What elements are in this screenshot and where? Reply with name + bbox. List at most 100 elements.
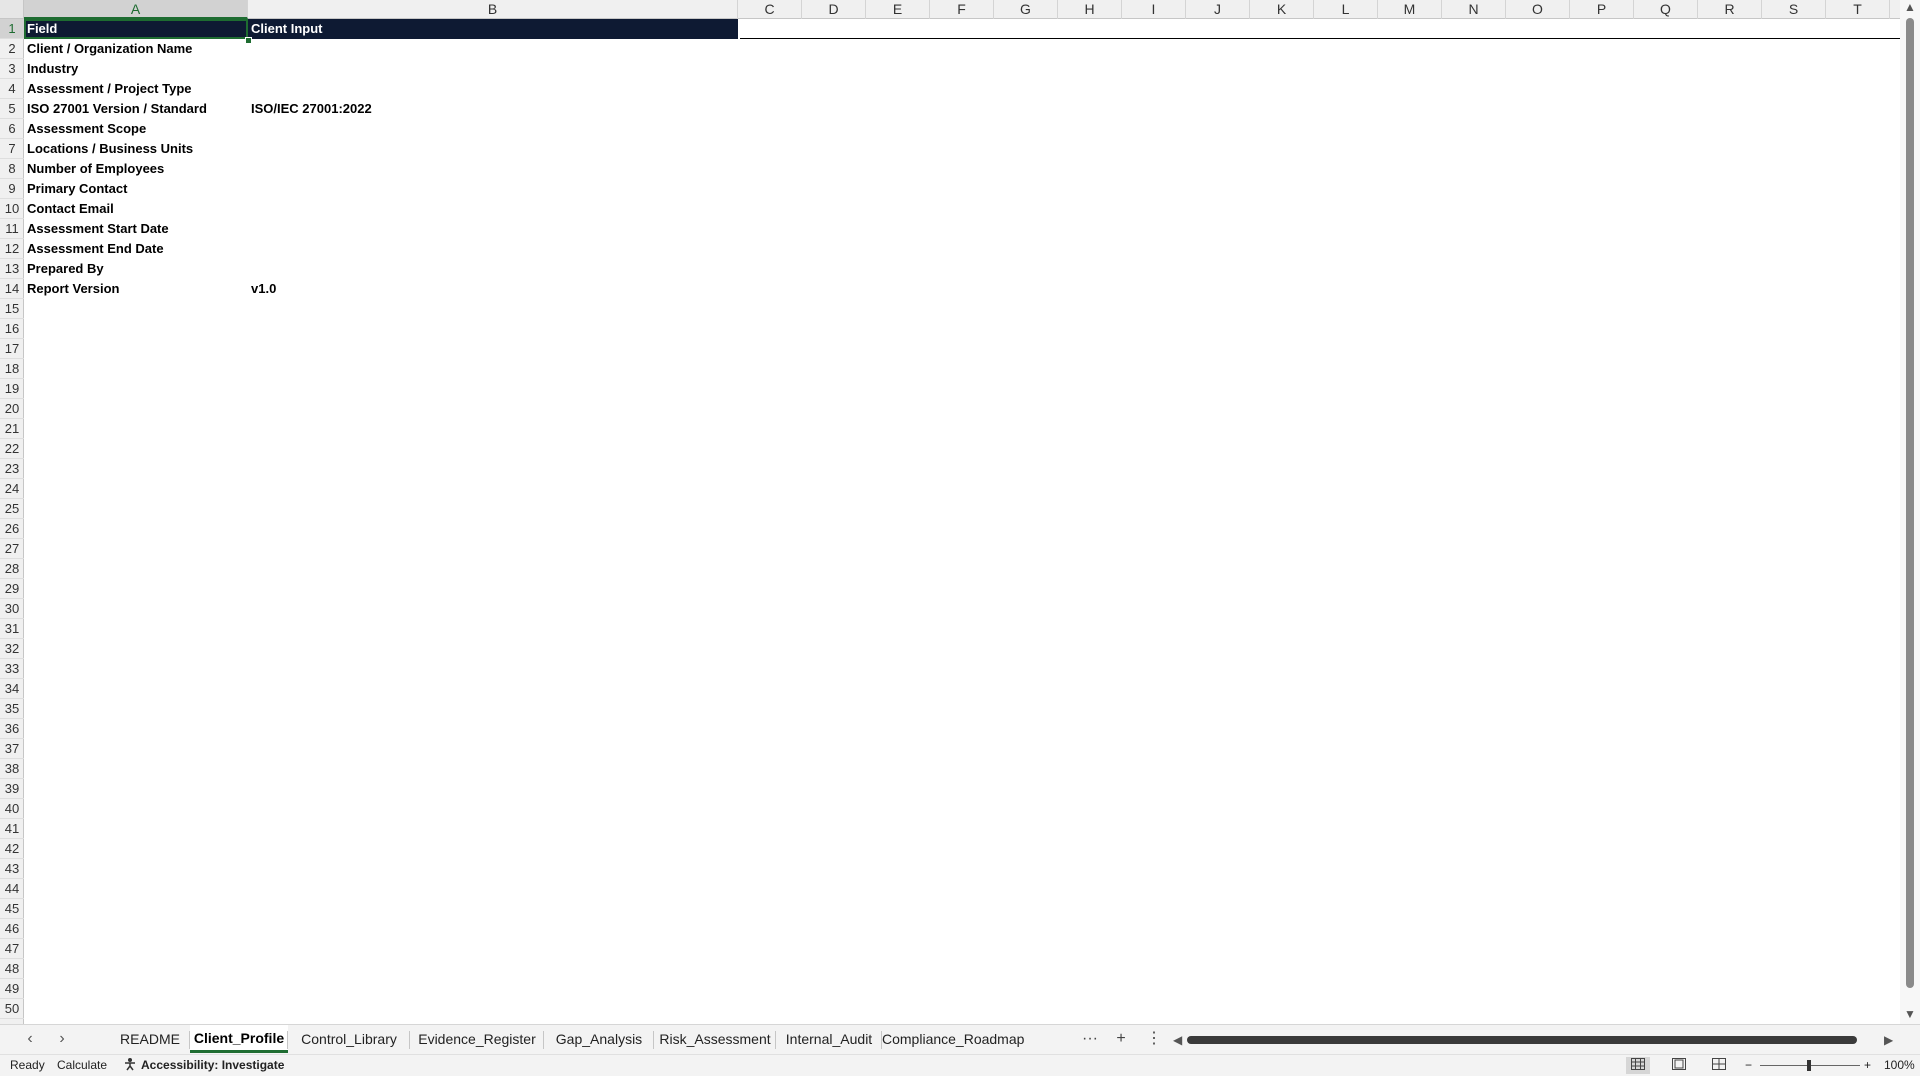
- cell-b1-client-input-header[interactable]: Client Input: [248, 19, 738, 39]
- client-input-cell[interactable]: [248, 239, 738, 259]
- client-input-cell[interactable]: v1.0: [248, 279, 738, 299]
- page-layout-view-icon[interactable]: [1667, 1057, 1691, 1074]
- sheet-tab-gap-analysis[interactable]: Gap_Analysis: [544, 1025, 654, 1053]
- vertical-scrollbar[interactable]: ▲ ▼: [1900, 0, 1920, 1024]
- column-header-e[interactable]: E: [866, 0, 930, 19]
- row-header-20[interactable]: 20: [0, 399, 24, 419]
- row-header-33[interactable]: 33: [0, 659, 24, 679]
- row-header-38[interactable]: 38: [0, 759, 24, 779]
- client-input-cell[interactable]: [248, 39, 738, 59]
- select-all-corner[interactable]: [0, 0, 24, 19]
- scroll-right-icon[interactable]: ▶: [1884, 1033, 1893, 1047]
- column-header-o[interactable]: O: [1506, 0, 1570, 19]
- client-input-cell[interactable]: ISO/IEC 27001:2022: [248, 99, 738, 119]
- row-header-16[interactable]: 16: [0, 319, 24, 339]
- column-header-s[interactable]: S: [1762, 0, 1826, 19]
- vertical-scroll-thumb[interactable]: [1906, 18, 1914, 988]
- zoom-slider-thumb[interactable]: [1807, 1060, 1811, 1071]
- row-header-13[interactable]: 13: [0, 259, 24, 279]
- row-header-45[interactable]: 45: [0, 899, 24, 919]
- row-header-12[interactable]: 12: [0, 239, 24, 259]
- column-header-j[interactable]: J: [1186, 0, 1250, 19]
- column-header-h[interactable]: H: [1058, 0, 1122, 19]
- zoom-out-icon[interactable]: −: [1745, 1055, 1752, 1076]
- cell-a1-field-header[interactable]: Field: [24, 19, 248, 39]
- row-header-32[interactable]: 32: [0, 639, 24, 659]
- column-header-g[interactable]: G: [994, 0, 1058, 19]
- zoom-level[interactable]: 100%: [1884, 1055, 1915, 1076]
- row-header-9[interactable]: 9: [0, 179, 24, 199]
- column-header-f[interactable]: F: [930, 0, 994, 19]
- field-label-cell[interactable]: Assessment Scope: [24, 119, 248, 139]
- client-input-cell[interactable]: [248, 259, 738, 279]
- column-header-n[interactable]: N: [1442, 0, 1506, 19]
- row-header-22[interactable]: 22: [0, 439, 24, 459]
- client-input-cell[interactable]: [248, 59, 738, 79]
- row-header-47[interactable]: 47: [0, 939, 24, 959]
- row-header-14[interactable]: 14: [0, 279, 24, 299]
- column-header-q[interactable]: Q: [1634, 0, 1698, 19]
- client-input-cell[interactable]: [248, 199, 738, 219]
- row-header-43[interactable]: 43: [0, 859, 24, 879]
- status-accessibility[interactable]: Accessibility: Investigate: [141, 1055, 284, 1076]
- sheet-tab-internal-audit[interactable]: Internal_Audit: [776, 1025, 882, 1053]
- column-header-b[interactable]: B: [248, 0, 738, 19]
- row-header-37[interactable]: 37: [0, 739, 24, 759]
- client-input-cell[interactable]: [248, 79, 738, 99]
- row-header-41[interactable]: 41: [0, 819, 24, 839]
- status-calculate[interactable]: Calculate: [57, 1055, 107, 1076]
- page-break-view-icon[interactable]: [1707, 1057, 1731, 1074]
- sheet-tab-client-profile[interactable]: Client_Profile: [190, 1025, 288, 1053]
- horizontal-scrollbar[interactable]: [1185, 1034, 1885, 1044]
- row-header-7[interactable]: 7: [0, 139, 24, 159]
- row-header-1[interactable]: 1: [0, 19, 24, 39]
- column-header-l[interactable]: L: [1314, 0, 1378, 19]
- accessibility-icon[interactable]: [123, 1055, 137, 1076]
- field-label-cell[interactable]: Assessment Start Date: [24, 219, 248, 239]
- column-header-a[interactable]: A: [24, 0, 248, 19]
- column-header-m[interactable]: M: [1378, 0, 1442, 19]
- column-header-r[interactable]: R: [1698, 0, 1762, 19]
- field-label-cell[interactable]: Number of Employees: [24, 159, 248, 179]
- row-header-28[interactable]: 28: [0, 559, 24, 579]
- field-label-cell[interactable]: Client / Organization Name: [24, 39, 248, 59]
- sheet-tab-compliance-roadmap[interactable]: Compliance_Roadmap: [882, 1025, 1024, 1053]
- row-header-8[interactable]: 8: [0, 159, 24, 179]
- row-header-29[interactable]: 29: [0, 579, 24, 599]
- row-header-5[interactable]: 5: [0, 99, 24, 119]
- field-label-cell[interactable]: ISO 27001 Version / Standard: [24, 99, 248, 119]
- row-header-24[interactable]: 24: [0, 479, 24, 499]
- row-header-25[interactable]: 25: [0, 499, 24, 519]
- client-input-cell[interactable]: [248, 219, 738, 239]
- row-header-39[interactable]: 39: [0, 779, 24, 799]
- row-header-30[interactable]: 30: [0, 599, 24, 619]
- row-header-15[interactable]: 15: [0, 299, 24, 319]
- sheet-options-icon[interactable]: ⋮: [1143, 1027, 1165, 1051]
- client-input-cell[interactable]: [248, 179, 738, 199]
- fill-handle[interactable]: [245, 37, 252, 44]
- scroll-left-icon[interactable]: ◀: [1173, 1033, 1182, 1047]
- row-header-34[interactable]: 34: [0, 679, 24, 699]
- row-header-31[interactable]: 31: [0, 619, 24, 639]
- row-header-46[interactable]: 46: [0, 919, 24, 939]
- field-label-cell[interactable]: Primary Contact: [24, 179, 248, 199]
- field-label-cell[interactable]: Report Version: [24, 279, 248, 299]
- row-header-6[interactable]: 6: [0, 119, 24, 139]
- sheet-tab-control-library[interactable]: Control_Library: [288, 1025, 410, 1053]
- field-label-cell[interactable]: Industry: [24, 59, 248, 79]
- sheet-tab-readme[interactable]: README: [110, 1025, 190, 1053]
- more-tabs-icon[interactable]: ···: [1079, 1027, 1101, 1051]
- row-header-18[interactable]: 18: [0, 359, 24, 379]
- row-header-21[interactable]: 21: [0, 419, 24, 439]
- row-header-48[interactable]: 48: [0, 959, 24, 979]
- field-label-cell[interactable]: Assessment / Project Type: [24, 79, 248, 99]
- row-header-35[interactable]: 35: [0, 699, 24, 719]
- row-header-3[interactable]: 3: [0, 59, 24, 79]
- horizontal-scroll-thumb[interactable]: [1187, 1036, 1857, 1044]
- scroll-up-icon[interactable]: ▲: [1904, 0, 1916, 14]
- field-label-cell[interactable]: Assessment End Date: [24, 239, 248, 259]
- column-header-d[interactable]: D: [802, 0, 866, 19]
- row-header-26[interactable]: 26: [0, 519, 24, 539]
- row-header-17[interactable]: 17: [0, 339, 24, 359]
- client-input-cell[interactable]: [248, 139, 738, 159]
